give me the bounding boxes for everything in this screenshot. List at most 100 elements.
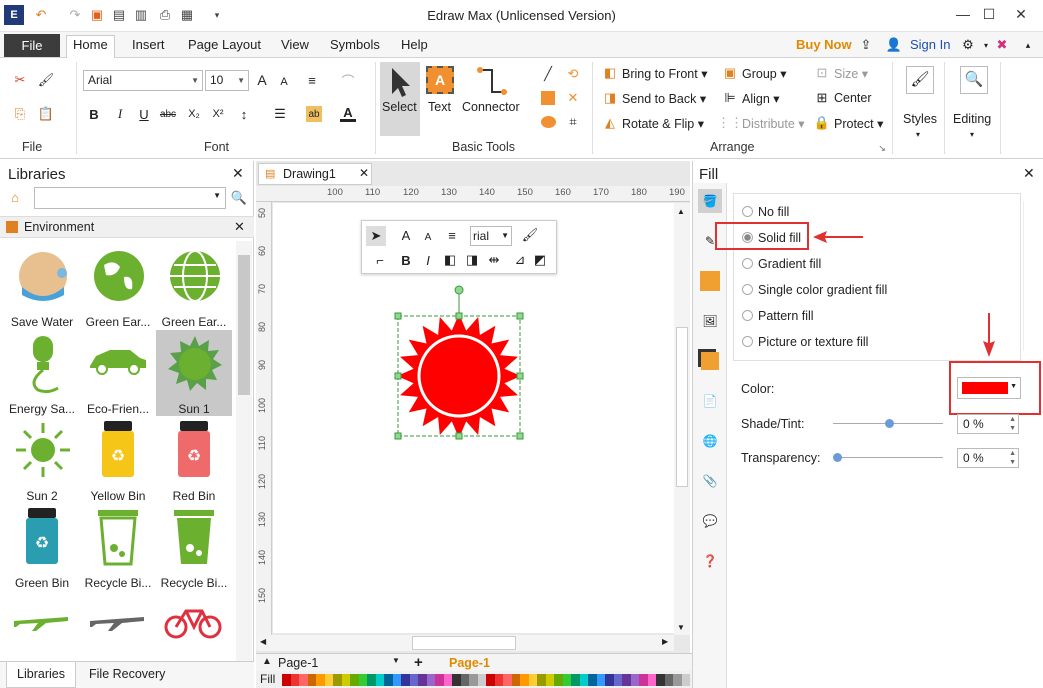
shade-tint-input[interactable]: 0 % ▲ ▼ bbox=[957, 414, 1019, 434]
library-shape-airplane-green[interactable] bbox=[12, 607, 70, 634]
search-icon[interactable]: 🔍 bbox=[231, 190, 247, 206]
sign-in-link[interactable]: Sign In bbox=[910, 37, 950, 52]
radio-button-selected[interactable] bbox=[742, 232, 753, 243]
subscript-icon[interactable]: X₂ bbox=[186, 106, 202, 122]
italic-icon[interactable]: I bbox=[112, 106, 128, 122]
comment-tab-icon[interactable]: 💬 bbox=[698, 509, 722, 533]
transparency-slider[interactable] bbox=[833, 457, 943, 458]
radio-button[interactable] bbox=[742, 336, 753, 347]
close-window-icon[interactable]: ✕ bbox=[1008, 3, 1034, 25]
italic-icon[interactable]: I bbox=[420, 252, 436, 268]
color-swatch[interactable] bbox=[324, 674, 333, 686]
library-scrollbar[interactable] bbox=[236, 241, 252, 661]
line-spacing-icon[interactable]: ↕ bbox=[236, 106, 252, 122]
text-direction-icon[interactable]: ⌒ bbox=[340, 72, 356, 89]
tab-page-layout[interactable]: Page Layout bbox=[182, 36, 267, 58]
color-swatch[interactable] bbox=[443, 674, 452, 686]
color-swatch[interactable] bbox=[537, 674, 546, 686]
library-shape-sun-1[interactable]: Sun 1 bbox=[156, 330, 232, 416]
distribute-icon[interactable]: ⇹ bbox=[486, 252, 502, 268]
fill-color-icon[interactable]: ◩ bbox=[532, 252, 548, 268]
bullets-icon[interactable]: ☰ bbox=[272, 106, 288, 122]
color-swatch[interactable] bbox=[630, 674, 639, 686]
color-swatch[interactable] bbox=[605, 674, 614, 686]
transparency-input[interactable]: 0 % ▲ ▼ bbox=[957, 448, 1019, 468]
fill-option-picture-texture[interactable]: Picture or texture fill bbox=[742, 335, 868, 349]
fill-option-pattern-fill[interactable]: Pattern fill bbox=[742, 309, 814, 323]
mini-font-select[interactable]: rial ▼ bbox=[470, 226, 512, 246]
color-swatch[interactable] bbox=[392, 674, 401, 686]
library-shape-green-earth-2[interactable]: Green Ear... bbox=[156, 243, 232, 329]
bold-icon[interactable]: B bbox=[86, 106, 102, 122]
tab-view[interactable]: View bbox=[275, 36, 315, 58]
color-swatch[interactable] bbox=[622, 674, 631, 686]
strikethrough-icon[interactable]: abc bbox=[160, 106, 176, 122]
color-swatch[interactable] bbox=[333, 674, 342, 686]
rotate-flip-button[interactable]: Rotate & Flip ▾ bbox=[622, 116, 704, 131]
library-shape-yellow-bin[interactable]: ♻ Yellow Bin bbox=[80, 417, 156, 503]
fill-option-solid-fill[interactable]: Solid fill bbox=[742, 231, 801, 245]
color-swatch[interactable] bbox=[639, 674, 648, 686]
arc-tool-icon[interactable]: ⟲ bbox=[565, 66, 581, 82]
color-picker[interactable]: ▼ bbox=[957, 377, 1021, 399]
help-tab-icon[interactable]: ❓ bbox=[698, 549, 722, 573]
protect-button[interactable]: Protect ▾ bbox=[834, 116, 883, 131]
library-shape-recycle-bin-2[interactable]: Recycle Bi... bbox=[156, 504, 232, 590]
highlight-icon[interactable]: ab bbox=[306, 106, 322, 122]
cross-tool-icon[interactable]: ✕ bbox=[565, 90, 581, 106]
share-icon[interactable]: ⇪ bbox=[858, 37, 874, 53]
color-swatch[interactable] bbox=[673, 674, 682, 686]
cut-icon[interactable]: ✂ bbox=[12, 72, 28, 88]
color-swatch[interactable] bbox=[681, 674, 690, 686]
color-swatch[interactable] bbox=[562, 674, 571, 686]
arrange-launcher-icon[interactable]: ↘ bbox=[874, 140, 890, 156]
connector-style-icon[interactable]: ⌐ bbox=[372, 252, 388, 268]
distribute-button[interactable]: Distribute ▾ bbox=[742, 116, 805, 131]
bring-front-icon[interactable]: ◧ bbox=[442, 252, 458, 268]
library-shape-recycle-bin-1[interactable]: Recycle Bi... bbox=[80, 504, 156, 590]
scroll-right-icon[interactable]: ▶ bbox=[662, 637, 668, 646]
color-swatch[interactable] bbox=[409, 674, 418, 686]
color-swatch[interactable] bbox=[350, 674, 359, 686]
color-swatch[interactable] bbox=[613, 674, 622, 686]
scroll-left-icon[interactable]: ◀ bbox=[260, 637, 266, 646]
settings-gear-icon[interactable]: ⚙ bbox=[960, 37, 976, 53]
grow-font-icon[interactable]: A bbox=[254, 72, 270, 88]
color-swatch[interactable] bbox=[596, 674, 605, 686]
color-swatches[interactable] bbox=[282, 674, 690, 686]
close-libraries-icon[interactable]: ✕ bbox=[232, 165, 244, 182]
close-fill-panel-icon[interactable]: ✕ bbox=[1023, 165, 1035, 182]
scrollbar-thumb[interactable] bbox=[238, 255, 250, 395]
format-painter-icon[interactable]: 🖌 bbox=[522, 227, 539, 243]
close-document-icon[interactable]: ✕ bbox=[359, 166, 369, 180]
bold-icon[interactable]: B bbox=[398, 252, 414, 268]
line-style-icon[interactable]: ⊿ bbox=[512, 252, 528, 268]
library-shape-bicycle[interactable] bbox=[164, 601, 222, 642]
library-shape-green-bin[interactable]: ♻ Green Bin bbox=[4, 504, 80, 590]
color-swatch[interactable] bbox=[647, 674, 656, 686]
tab-home[interactable]: Home bbox=[66, 35, 115, 59]
library-shape-save-water[interactable]: Save Water bbox=[4, 243, 80, 329]
buy-now-link[interactable]: Buy Now bbox=[796, 37, 852, 52]
home-icon[interactable]: ⌂ bbox=[7, 189, 23, 205]
tab-help[interactable]: Help bbox=[395, 36, 434, 58]
select-tool-button[interactable]: Select bbox=[380, 62, 420, 136]
color-swatch[interactable] bbox=[486, 674, 495, 686]
library-shape-eco-friendly-car[interactable]: Eco-Frien... bbox=[80, 330, 156, 416]
color-swatch[interactable] bbox=[579, 674, 588, 686]
color-swatch[interactable] bbox=[367, 674, 376, 686]
spinner-arrows[interactable]: ▲ ▼ bbox=[1009, 415, 1016, 433]
shadow-tab-icon[interactable] bbox=[698, 269, 722, 293]
library-shape-green-earth-1[interactable]: Green Ear... bbox=[80, 243, 156, 329]
fill-options-scrollbar[interactable] bbox=[1023, 201, 1037, 351]
color-swatch[interactable] bbox=[282, 674, 291, 686]
color-swatch[interactable] bbox=[299, 674, 308, 686]
category-header[interactable]: Environment ✕ bbox=[0, 216, 254, 238]
tab-symbols[interactable]: Symbols bbox=[324, 36, 386, 58]
library-search-input[interactable]: ▼ bbox=[34, 187, 226, 209]
format-painter-icon[interactable]: 🖌 bbox=[38, 72, 55, 88]
size-button[interactable]: Size ▾ bbox=[834, 66, 868, 81]
scroll-up-icon[interactable]: ▲ bbox=[677, 207, 685, 216]
fill-option-no-fill[interactable]: No fill bbox=[742, 205, 789, 219]
tab-file-recovery[interactable]: File Recovery bbox=[89, 667, 165, 681]
